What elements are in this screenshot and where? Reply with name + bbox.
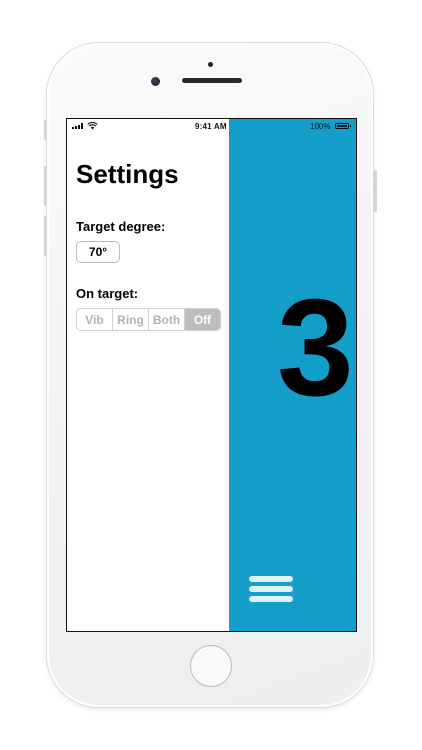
- status-time: 9:41 AM: [195, 122, 227, 131]
- earpiece-speaker: [182, 78, 242, 83]
- segment-ring[interactable]: Ring: [113, 309, 149, 330]
- battery-percent: 100%: [310, 122, 331, 131]
- segment-both[interactable]: Both: [149, 309, 185, 330]
- countdown-number: 3: [277, 271, 354, 425]
- app-screen: 3 9:41 AM 100% Settings Target degree: 7…: [66, 118, 357, 632]
- on-target-segmented-control: Vib Ring Both Off: [76, 308, 221, 331]
- proximity-sensor: [208, 62, 213, 67]
- power-button: [374, 170, 377, 212]
- front-camera-icon: [151, 77, 160, 86]
- wifi-icon: [87, 122, 98, 130]
- page-title: Settings: [76, 159, 179, 189]
- device-mockup: 3 9:41 AM 100% Settings Target degree: 7…: [0, 0, 422, 750]
- target-degree-label: Target degree:: [76, 219, 166, 234]
- hamburger-menu-icon[interactable]: [249, 576, 293, 604]
- target-degree-field[interactable]: 70°: [76, 241, 120, 263]
- segment-off[interactable]: Off: [185, 309, 220, 330]
- home-button[interactable]: [190, 645, 232, 687]
- segment-vib[interactable]: Vib: [77, 309, 113, 330]
- cellular-signal-icon: [72, 123, 83, 129]
- on-target-label: On target:: [76, 286, 139, 301]
- countdown-panel[interactable]: 3: [229, 119, 356, 631]
- battery-icon: [335, 123, 351, 129]
- status-bar: 9:41 AM 100%: [67, 119, 356, 133]
